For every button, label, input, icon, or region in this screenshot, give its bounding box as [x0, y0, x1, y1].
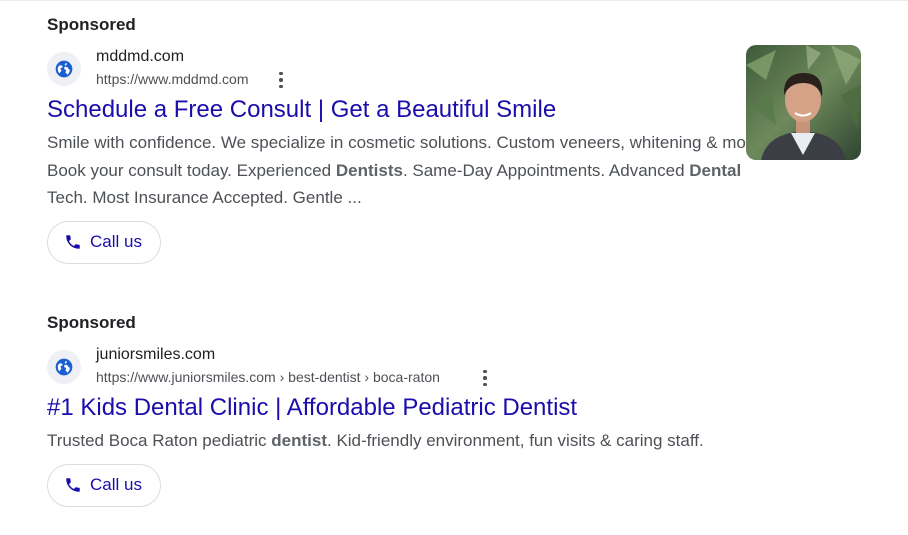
ad-title-link[interactable]: Schedule a Free Consult | Get a Beautifu… [47, 95, 767, 125]
sponsored-ad-mddmd: Sponsored mddmd.com https://www.mddmd.co… [47, 14, 767, 264]
ad-source[interactable]: mddmd.com https://www.mddmd.com [47, 48, 767, 92]
highlighted-keyword: Dentists [335, 160, 403, 180]
phone-icon [66, 478, 80, 492]
call-us-label: Call us [90, 232, 142, 251]
ad-thumbnail-image[interactable] [746, 45, 861, 160]
top-divider [0, 0, 908, 1]
globe-icon [47, 350, 81, 384]
highlighted-keyword: Dental [689, 160, 742, 180]
phone-icon [66, 235, 80, 249]
call-us-button[interactable]: Call us [47, 220, 161, 264]
ad-source[interactable]: juniorsmiles.com https://www.juniorsmile… [47, 346, 767, 390]
sponsored-label: Sponsored [47, 313, 136, 332]
sponsored-label: Sponsored [47, 15, 136, 34]
ad-description: Trusted Boca Raton pediatric dentist. Ki… [47, 431, 704, 450]
ad-display-url: https://www.juniorsmiles.com › best-dent… [96, 369, 440, 385]
sponsored-ad-juniorsmiles: Sponsored juniorsmiles.com https://www.j… [47, 312, 767, 507]
call-us-label: Call us [90, 475, 142, 494]
ad-site-name: mddmd.com [96, 48, 185, 65]
globe-icon [47, 52, 81, 86]
highlighted-keyword: dentist [271, 431, 327, 450]
ad-description: Smile with confidence. We specialize in … [47, 133, 766, 207]
more-options-icon[interactable] [272, 70, 290, 90]
ad-title-link[interactable]: #1 Kids Dental Clinic | Affordable Pedia… [47, 393, 767, 423]
ad-site-name: juniorsmiles.com [96, 346, 216, 363]
more-options-icon[interactable] [476, 368, 494, 388]
ad-display-url: https://www.mddmd.com [96, 71, 249, 87]
call-us-button[interactable]: Call us [47, 463, 161, 507]
